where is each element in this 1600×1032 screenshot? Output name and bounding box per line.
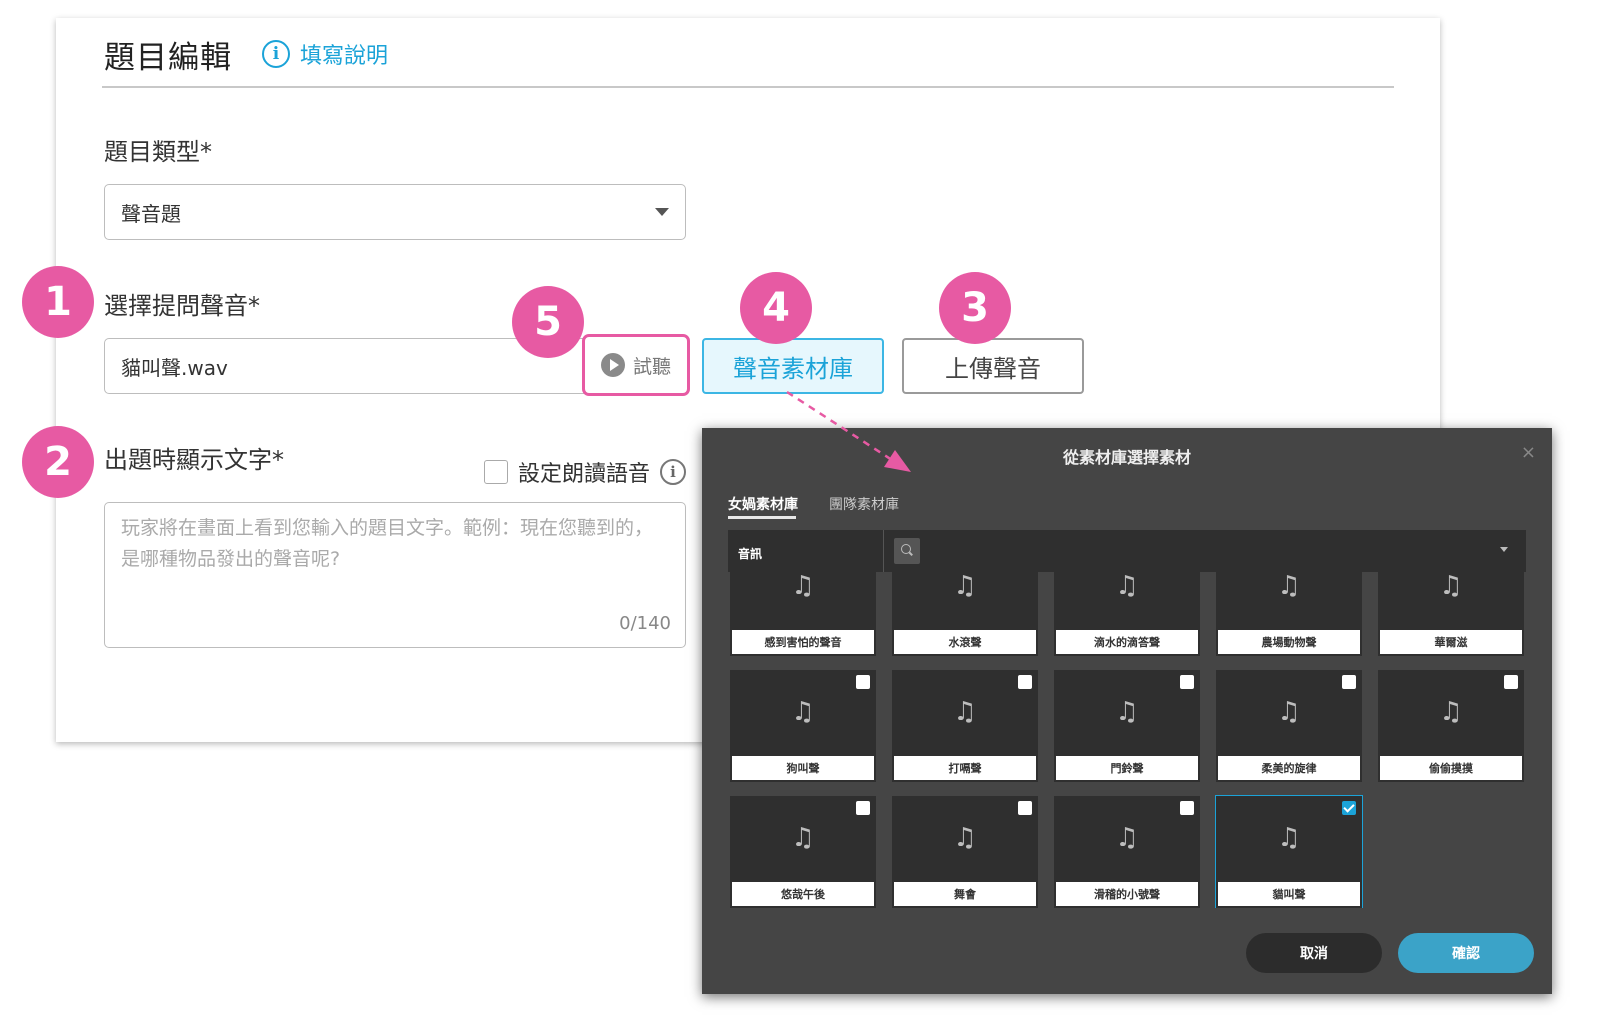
asset-tile[interactable]: ♫ 柔美的旋律 [1216,670,1362,782]
asset-name: 水滾聲 [894,630,1036,654]
asset-tile[interactable]: ♫ 農場動物聲 [1216,572,1362,656]
asset-checkbox[interactable] [1018,801,1032,815]
asset-checkbox[interactable] [856,675,870,689]
asset-tile[interactable]: ♫ 水滾聲 [892,572,1038,656]
confirm-button[interactable]: 確認 [1398,933,1534,973]
close-icon[interactable]: × [1521,442,1536,463]
display-text-label: 出題時顯示文字* [104,446,284,474]
music-note-icon: ♫ [1115,572,1139,601]
asset-name: 華爾滋 [1380,630,1522,654]
asset-checkbox[interactable] [1342,675,1356,689]
asset-name: 悠哉午後 [732,882,874,906]
asset-tile[interactable]: ♫ 感到害怕的聲音 [730,572,876,656]
step-badge-1: 1 [22,266,94,338]
sound-library-button[interactable]: 聲音素材庫 [702,338,884,394]
question-type-select[interactable]: 聲音題 [104,184,686,240]
chevron-down-icon [655,208,669,216]
filter-bar: 音訊 [728,530,1526,572]
music-note-icon: ♫ [953,823,977,853]
asset-tile[interactable]: ♫ 貓叫聲 [1215,795,1363,908]
asset-checkbox[interactable] [856,801,870,815]
material-library-dialog: 從素材庫選擇素材 × 女媧素材庫 團隊素材庫 音訊 ♫ 感到害怕的聲音 ♫ 水滾聲 ♫ 滴… [702,428,1552,994]
music-note-icon: ♫ [1277,697,1301,727]
music-note-icon: ♫ [1115,697,1139,727]
step-badge-2: 2 [22,426,94,498]
asset-name: 感到害怕的聲音 [732,630,874,654]
asset-tile[interactable]: ♫ 悠哉午後 [730,796,876,908]
tts-checkbox[interactable] [484,460,508,484]
upload-sound-button[interactable]: 上傳聲音 [902,338,1084,394]
dialog-title: 從素材庫選擇素材 [1062,448,1191,467]
asset-tile[interactable]: ♫ 滴水的滴答聲 [1054,572,1200,656]
asset-name: 打嗝聲 [894,756,1036,780]
asset-checkbox[interactable] [1018,675,1032,689]
asset-name: 門鈴聲 [1056,756,1198,780]
question-type-value: 聲音題 [121,201,181,226]
char-counter: 0/140 [619,613,671,634]
info-circle-icon: i [262,40,290,68]
asset-tile[interactable]: ♫ 滑稽的小號聲 [1054,796,1200,908]
search-icon[interactable] [894,538,920,564]
music-note-icon: ♫ [1439,697,1463,727]
asset-checkbox[interactable] [1180,675,1194,689]
tab-team-library[interactable]: 團隊素材庫 [829,494,899,514]
chevron-down-icon[interactable] [1500,547,1508,552]
play-icon [600,353,625,377]
help-link[interactable]: i 填寫說明 [262,38,388,70]
asset-name: 貓叫聲 [1218,882,1360,906]
header-divider [102,86,1394,88]
asset-tile[interactable]: ♫ 偷偷摸摸 [1378,670,1524,782]
music-note-icon: ♫ [1277,823,1301,853]
prompt-sound-value: 貓叫聲.wav [121,355,228,380]
help-link-label: 填寫說明 [300,44,389,69]
music-note-icon: ♫ [953,572,977,601]
asset-tile[interactable]: ♫ 舞會 [892,796,1038,908]
tab-nuwa-library[interactable]: 女媧素材庫 [728,494,798,514]
step-badge-3: 3 [939,272,1011,344]
asset-name: 偷偷摸摸 [1380,756,1522,780]
tts-option: 設定朗讀語音 i [484,456,687,488]
music-note-icon: ♫ [791,823,815,853]
display-text-textarea[interactable]: 玩家將在畫面上看到您輸入的題目文字。範例：現在您聽到的，是哪種物品發出的聲音呢?… [104,502,686,648]
music-note-icon: ♫ [1439,572,1463,601]
display-text-placeholder: 玩家將在畫面上看到您輸入的題目文字。範例：現在您聽到的，是哪種物品發出的聲音呢? [121,517,654,570]
asset-checkbox[interactable] [1180,801,1194,815]
asset-tile[interactable]: ♫ 華爾滋 [1378,572,1524,656]
info-circle-icon[interactable]: i [660,459,687,485]
asset-name: 舞會 [894,882,1036,906]
music-note-icon: ♫ [1115,823,1139,853]
question-type-label: 題目類型* [104,138,212,166]
tts-label: 設定朗讀語音 [518,462,651,487]
preview-label: 試聽 [632,355,671,378]
asset-checkbox[interactable] [1342,801,1356,815]
prompt-sound-label: 選擇提問聲音* [104,292,260,320]
step-badge-4: 4 [740,272,812,344]
asset-name: 農場動物聲 [1218,630,1360,654]
asset-tile[interactable]: ♫ 狗叫聲 [730,670,876,782]
asset-name: 柔美的旋律 [1218,756,1360,780]
asset-name: 滴水的滴答聲 [1056,630,1198,654]
asset-tile[interactable]: ♫ 門鈴聲 [1054,670,1200,782]
music-note-icon: ♫ [791,572,815,601]
step-badge-5: 5 [512,286,584,358]
music-note-icon: ♫ [1277,572,1301,601]
preview-sound-button[interactable]: 試聽 [582,334,690,396]
asset-name: 滑稽的小號聲 [1056,882,1198,906]
cancel-button[interactable]: 取消 [1246,933,1382,973]
asset-checkbox[interactable] [1504,675,1518,689]
category-select[interactable]: 音訊 [728,530,884,572]
asset-name: 狗叫聲 [732,756,874,780]
music-note-icon: ♫ [791,697,815,727]
music-note-icon: ♫ [953,697,977,727]
asset-tile[interactable]: ♫ 打嗝聲 [892,670,1038,782]
active-tab-indicator [728,516,796,519]
page-title: 題目編輯 [104,40,232,76]
asset-grid: ♫ 感到害怕的聲音 ♫ 水滾聲 ♫ 滴水的滴答聲 ♫ 農場動物聲 ♫ 華爾滋 ♫ 狗叫聲 ♫ 打嗝聲 ♫ 門鈴… [728,572,1526,908]
